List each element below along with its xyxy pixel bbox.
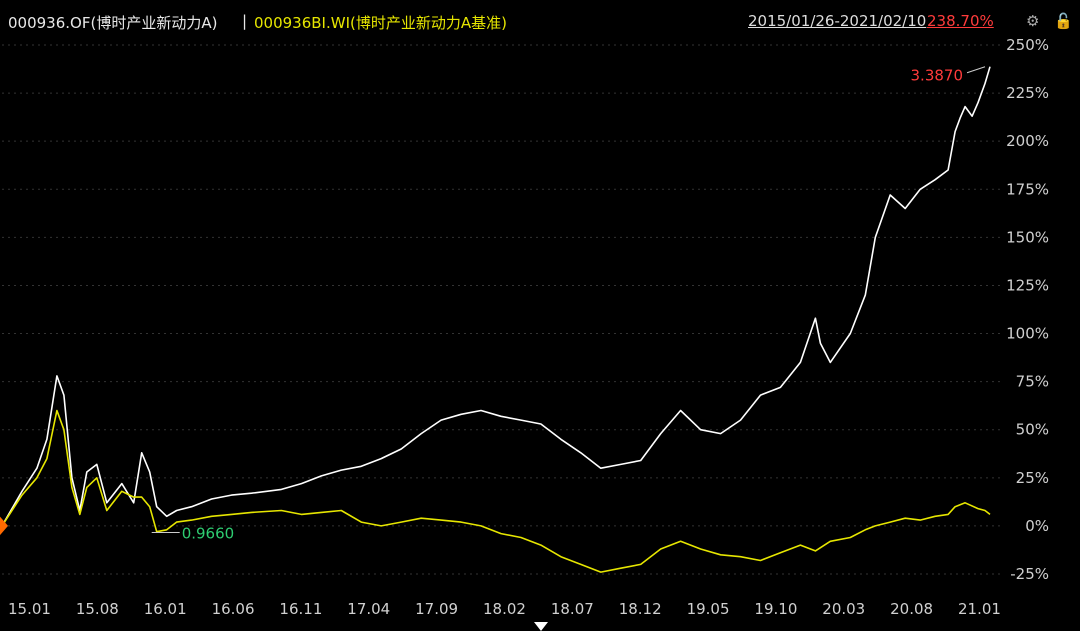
x-tick-label: 18.07 bbox=[551, 600, 594, 618]
y-tick-label: 225% bbox=[1006, 84, 1049, 102]
annotations: 3.3870 0.9660 bbox=[151, 66, 986, 542]
y-tick-label: 250% bbox=[1006, 36, 1049, 54]
x-tick-label: 19.10 bbox=[754, 600, 797, 618]
x-axis: 15.01 15.08 16.01 16.06 16.11 17.04 17.09 18.02… bbox=[8, 600, 1001, 618]
x-tick-label: 16.11 bbox=[279, 600, 322, 618]
y-axis: 250% 225% 200% 175% 150% 125% 100% 75% 50% 25% 0% -… bbox=[1006, 36, 1049, 583]
x-tick-label: 18.12 bbox=[619, 600, 662, 618]
x-tick-label: 20.08 bbox=[890, 600, 933, 618]
y-tick-label: 75% bbox=[1016, 373, 1049, 391]
x-tick-label: 18.02 bbox=[483, 600, 526, 618]
x-tick-label: 16.01 bbox=[144, 600, 187, 618]
x-tick-label: 17.04 bbox=[347, 600, 390, 618]
x-tick-label: 19.05 bbox=[687, 600, 730, 618]
y-tick-label: 200% bbox=[1006, 132, 1049, 150]
x-tick-label: 20.03 bbox=[822, 600, 865, 618]
performance-chart[interactable]: 250% 225% 200% 175% 150% 125% 100% 75% 50% 25% 0% -… bbox=[0, 0, 1080, 631]
fund-line[interactable] bbox=[1, 66, 991, 527]
y-tick-label: 25% bbox=[1016, 469, 1049, 487]
series-group bbox=[0, 66, 991, 573]
x-tick-label: 15.01 bbox=[8, 600, 51, 618]
high-leader-line bbox=[966, 66, 986, 74]
y-tick-label: 50% bbox=[1016, 421, 1049, 439]
chart-grid bbox=[2, 44, 1000, 575]
y-tick-label: 100% bbox=[1006, 325, 1049, 343]
y-tick-label: -25% bbox=[1010, 565, 1049, 583]
y-tick-label: 150% bbox=[1006, 228, 1049, 246]
x-tick-label: 16.06 bbox=[212, 600, 255, 618]
scroll-down-arrow-icon[interactable] bbox=[534, 622, 548, 631]
y-tick-label: 0% bbox=[1025, 517, 1049, 535]
x-tick-label: 17.09 bbox=[415, 600, 458, 618]
x-tick-label: 21.01 bbox=[958, 600, 1001, 618]
y-tick-label: 175% bbox=[1006, 180, 1049, 198]
y-tick-label: 125% bbox=[1006, 276, 1049, 294]
low-value-label: 0.9660 bbox=[182, 524, 235, 542]
benchmark-line[interactable] bbox=[1, 409, 991, 573]
x-tick-label: 15.08 bbox=[76, 600, 119, 618]
high-value-label: 3.3870 bbox=[911, 67, 964, 85]
